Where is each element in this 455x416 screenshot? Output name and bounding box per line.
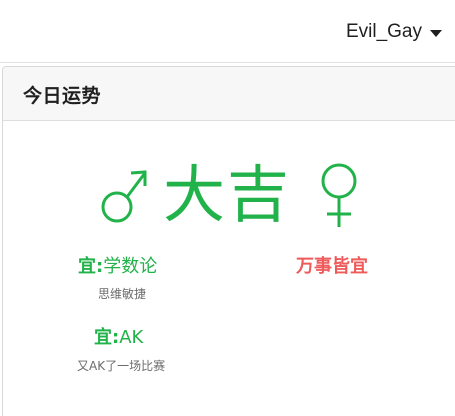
fortune-row: 大吉 [3,158,453,239]
good-item-prefix: 宜: [94,327,120,348]
user-menu-dropdown[interactable]: Evil_Gay [346,19,442,45]
caret-down-icon[interactable] [430,29,442,37]
card-title: 今日运势 [23,85,102,107]
good-item-text: AK [119,327,144,348]
female-symbol-icon [321,163,357,227]
fortune-card: 今日运势 大吉 宜:学数论 思维敏捷 宜:AK 又AK了一场比赛 万事皆宜 [2,66,455,416]
page: Evil_Gay 今日运势 大吉 宜:学数论 思维敏捷 宜:AK 又AK了一场比… [0,0,455,416]
top-bar: Evil_Gay [0,0,455,63]
good-item-2: 宜:AK [94,323,143,349]
fortune-level: 大吉 [163,158,292,231]
good-item-detail: 又AK了一场比赛 [77,359,166,373]
good-item-1: 宜:学数论 [78,252,157,278]
male-symbol-icon [101,170,147,223]
good-item-detail: 思维敏捷 [98,287,147,301]
all-good-label: 万事皆宜 [296,256,368,277]
good-item-text: 学数论 [103,256,158,277]
card-header: 今日运势 [3,67,455,121]
username[interactable]: Evil_Gay [346,21,422,43]
good-item-prefix: 宜: [78,256,104,277]
